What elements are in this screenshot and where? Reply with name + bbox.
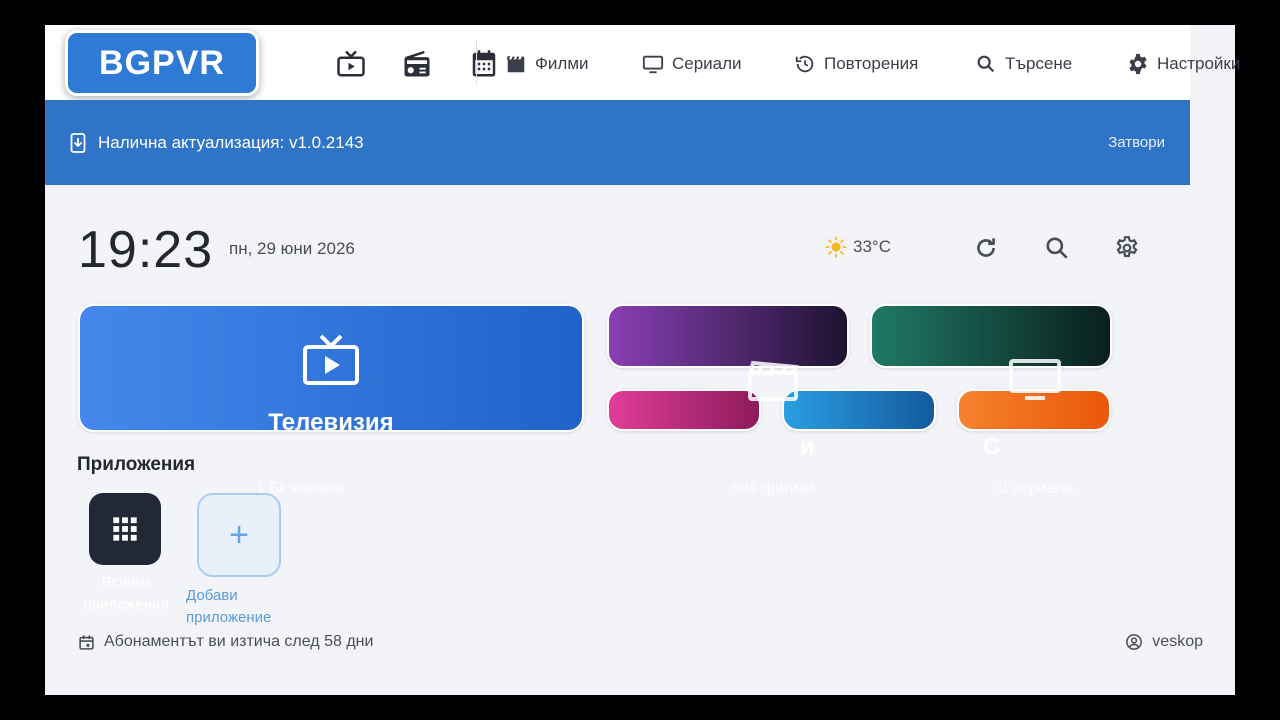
nav-item-movies[interactable]: Филми	[505, 51, 589, 77]
radio-icon[interactable]	[402, 49, 432, 79]
subscription-status: Абонаментът ви изтича след 58 дни	[78, 633, 373, 651]
subscription-text: Абонаментът ви изтича след 58 дни	[104, 633, 374, 650]
clock: 19:23	[78, 221, 214, 279]
weather: 33°C	[825, 236, 891, 258]
tv-tile-title: Телевизия	[268, 409, 394, 432]
series-tile[interactable]	[870, 304, 1112, 368]
apps-section-title: Приложения	[77, 454, 196, 475]
calendar-icon[interactable]	[469, 49, 499, 79]
username: veskop	[1152, 633, 1203, 650]
nav-item-label: Филми	[535, 54, 589, 73]
movies-tile-subtitle: 694 филми	[730, 480, 814, 497]
all-apps-label: Всички приложения	[83, 574, 169, 613]
all-apps-button[interactable]	[89, 493, 161, 565]
gear-icon	[1129, 53, 1147, 75]
user-account[interactable]: veskop	[1125, 633, 1203, 651]
date-label: пн, 29 юни 2026	[229, 239, 355, 258]
search-icon	[977, 55, 995, 73]
refresh-icon[interactable]	[973, 235, 999, 261]
tv-tile[interactable]: Телевизия	[78, 304, 584, 432]
nav-item-label: Настройки	[1157, 54, 1241, 73]
nav-divider	[476, 40, 477, 85]
series-tile-title: С	[983, 433, 1001, 460]
nav-item-label: Повторения	[824, 54, 919, 73]
nav-item-settings[interactable]: Настройки	[1127, 51, 1240, 77]
plus-icon: +	[229, 515, 249, 554]
add-app-label: Добави приложение	[186, 587, 272, 626]
monitor-icon	[642, 55, 664, 74]
clapperboard-icon	[746, 357, 800, 401]
grid-icon	[113, 517, 137, 541]
series-tile-subtitle: 0 сериала	[998, 480, 1074, 497]
nav-item-label: Сериали	[672, 54, 742, 73]
nav-item-search[interactable]: Търсене	[975, 51, 1072, 77]
search-icon[interactable]	[1044, 235, 1070, 261]
nav-item-replays[interactable]: Повторения	[794, 51, 918, 77]
pink-tile[interactable]	[607, 389, 761, 431]
user-icon	[1126, 634, 1143, 650]
live-tv-icon[interactable]	[336, 49, 366, 79]
history-icon	[795, 55, 814, 73]
movies-tile-title: и	[800, 433, 815, 460]
update-text: Налична актуализация: v1.0.2143	[98, 133, 364, 152]
temperature: 33°C	[853, 237, 891, 256]
blue-tile[interactable]	[782, 389, 936, 431]
top-navigation: BGPVR Филми Сериали Повторения Търсене Н…	[45, 25, 1240, 100]
clapperboard-icon	[506, 55, 525, 73]
monitor-icon	[1008, 357, 1062, 401]
sun-icon	[825, 236, 847, 258]
close-banner-button[interactable]: Затвори	[1108, 134, 1165, 151]
nav-item-label: Търсене	[1005, 54, 1073, 73]
gear-icon[interactable]	[1114, 235, 1140, 261]
calendar-icon	[79, 634, 94, 650]
phone-download-icon	[70, 133, 86, 153]
logo-text: BGPVR	[99, 43, 225, 82]
bgpvr-logo[interactable]: BGPVR	[65, 30, 259, 96]
live-tv-icon	[302, 333, 360, 387]
nav-item-series[interactable]: Сериали	[642, 51, 742, 77]
movies-tile[interactable]	[607, 304, 849, 368]
add-app-button[interactable]: +	[197, 493, 281, 577]
update-banner: Налична актуализация: v1.0.2143 Затвори	[45, 100, 1190, 185]
